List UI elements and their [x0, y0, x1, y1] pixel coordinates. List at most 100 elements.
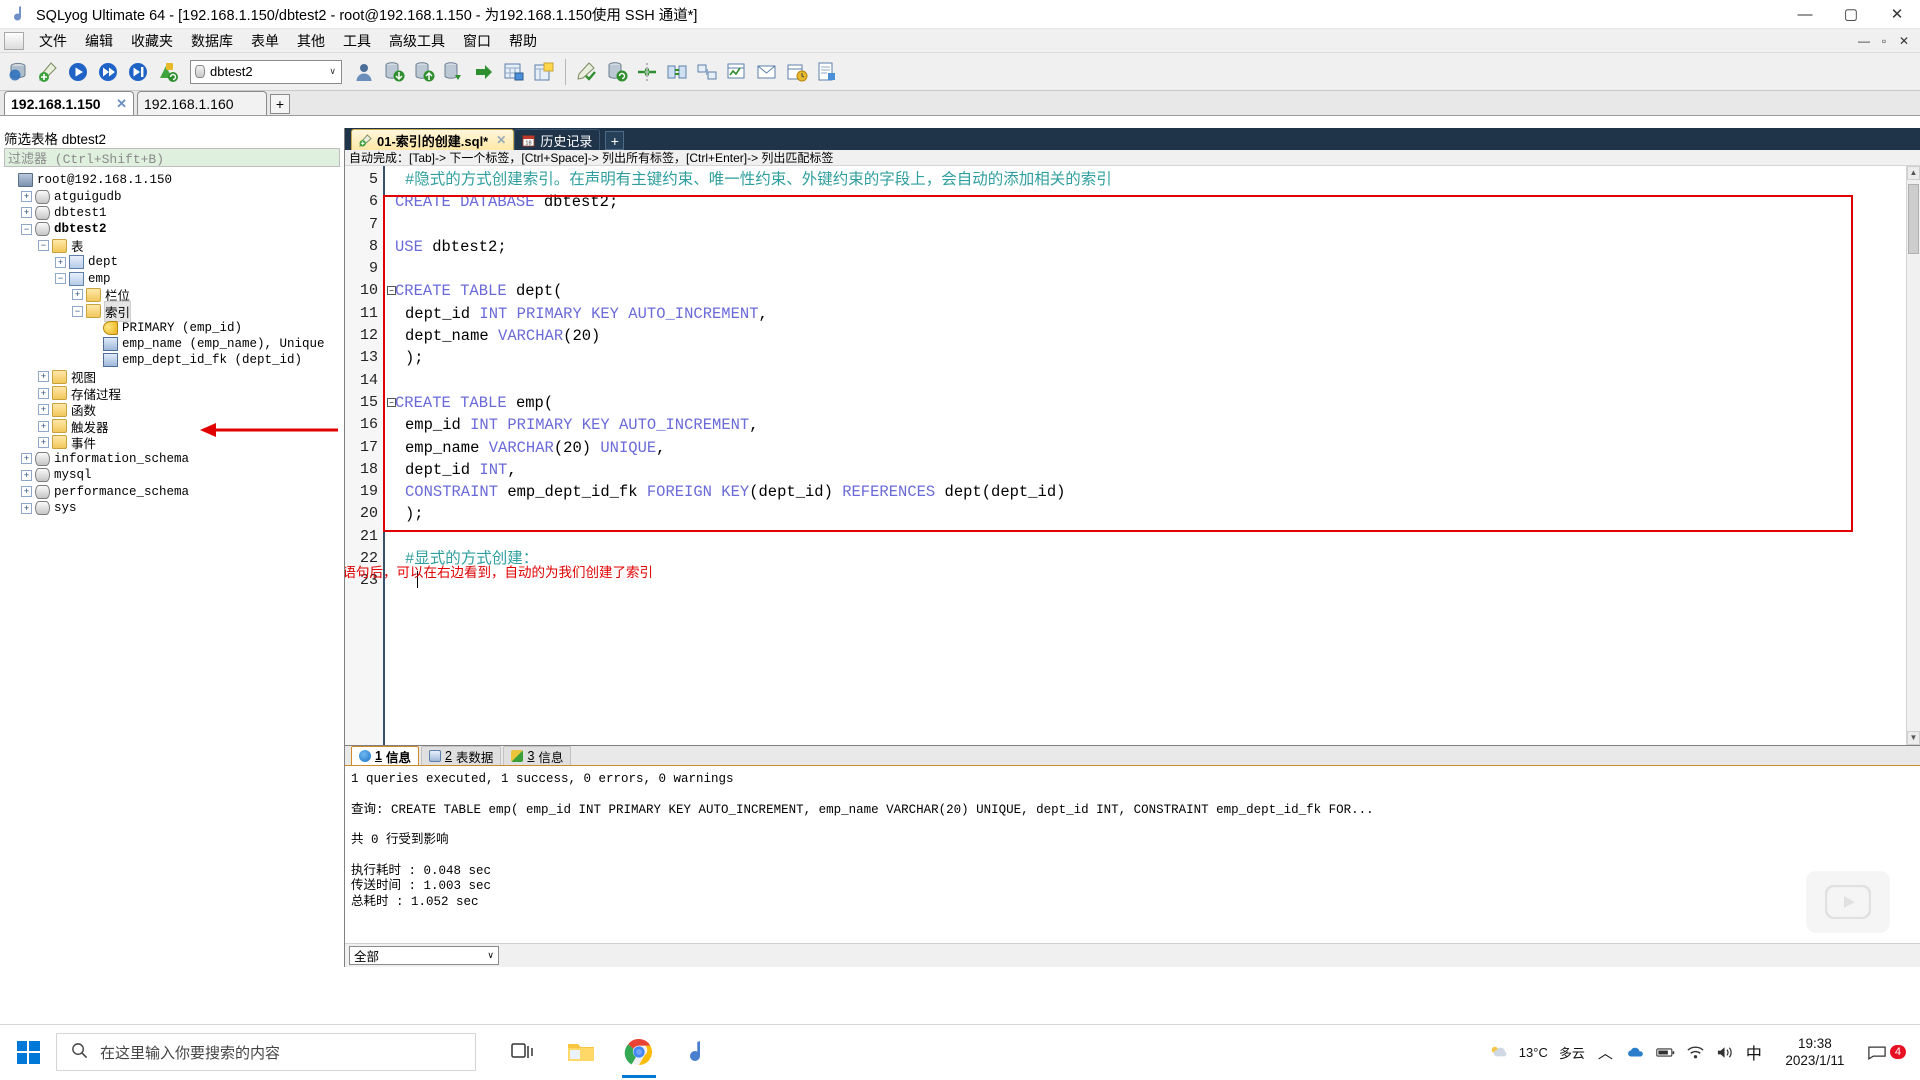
menu-edit[interactable]: 编辑 — [76, 29, 122, 53]
taskbar-clock[interactable]: 19:38 2023/1/11 — [1773, 1035, 1857, 1069]
mdi-close-button[interactable]: ✕ — [1894, 34, 1914, 48]
code-line[interactable]: emp_id INT PRIMARY KEY AUTO_INCREMENT, — [395, 414, 1920, 436]
sqlyog-icon[interactable] — [672, 1026, 722, 1078]
backup-database-icon[interactable] — [440, 58, 468, 86]
code-line[interactable]: ); — [395, 503, 1920, 525]
results-tab-info[interactable]: 3 信息 — [503, 746, 572, 765]
menu-tools[interactable]: 工具 — [334, 29, 380, 53]
tree-node[interactable]: + 存储过程 — [0, 385, 344, 403]
collapse-icon[interactable]: − — [38, 240, 49, 252]
code-line[interactable] — [395, 258, 1920, 280]
maximize-button[interactable]: ▢ — [1828, 0, 1874, 29]
collapse-icon[interactable]: − — [21, 223, 32, 235]
code-line[interactable]: ); — [395, 347, 1920, 369]
file-explorer-icon[interactable] — [556, 1026, 606, 1078]
code-line[interactable]: − CREATE TABLE emp( — [387, 392, 1920, 414]
close-button[interactable]: ✕ — [1874, 0, 1920, 29]
expand-icon[interactable]: + — [21, 469, 32, 481]
scroll-up-icon[interactable]: ▲ — [1907, 166, 1920, 180]
html-report-icon[interactable] — [813, 58, 841, 86]
tree-node[interactable]: + information_schema — [0, 451, 344, 467]
restore-database-icon[interactable] — [470, 58, 498, 86]
add-editor-tab-button[interactable]: + — [605, 131, 625, 150]
volume-icon[interactable] — [1716, 1043, 1735, 1062]
expand-icon[interactable]: + — [21, 486, 32, 498]
tree-node[interactable]: + dept — [0, 254, 344, 270]
results-filter-select[interactable]: 全部 ∨ — [349, 946, 499, 965]
execute-all-queries-icon[interactable] — [94, 58, 122, 86]
code-line[interactable]: dept_name VARCHAR(20) — [395, 325, 1920, 347]
code-line[interactable]: − CREATE TABLE dept( — [387, 280, 1920, 302]
tree-node[interactable]: + 栏位 — [0, 287, 344, 304]
collapse-icon[interactable]: − — [55, 273, 66, 285]
code-line[interactable]: dept_id INT PRIMARY KEY AUTO_INCREMENT, — [395, 303, 1920, 325]
results-tab-messages[interactable]: 1 信息 — [351, 746, 419, 765]
tree-node[interactable]: emp_name (emp_name), Unique — [0, 336, 344, 352]
menu-form[interactable]: 表单 — [242, 29, 288, 53]
menu-window[interactable]: 窗口 — [454, 29, 500, 53]
wifi-icon[interactable] — [1686, 1043, 1705, 1062]
code-line[interactable]: USE dbtest2; — [395, 236, 1920, 258]
menu-help[interactable]: 帮助 — [500, 29, 546, 53]
scheduled-backup-icon[interactable] — [783, 58, 811, 86]
object-browser-filter-input[interactable]: 过滤器 (Ctrl+Shift+B) — [4, 148, 340, 167]
chevron-up-icon[interactable]: ︿ — [1596, 1043, 1615, 1062]
start-button[interactable] — [0, 1025, 56, 1080]
code-fold-toggle[interactable]: − — [387, 286, 396, 296]
expand-icon[interactable]: + — [38, 387, 49, 399]
sql-editor[interactable]: 5 6 7 8 9 10 11 12 13 14 15 16 17 18 19 20 21 22 23 #隐式的方式… — [345, 166, 1920, 745]
onedrive-icon[interactable] — [1626, 1043, 1645, 1062]
tree-node[interactable]: + atguigudb — [0, 188, 344, 204]
import-data-icon[interactable] — [380, 58, 408, 86]
schema-sync-icon[interactable] — [633, 58, 661, 86]
tree-node[interactable]: root@192.168.1.150 — [0, 172, 344, 188]
export-data-icon[interactable] — [410, 58, 438, 86]
expand-icon[interactable]: + — [21, 207, 32, 219]
tree-node[interactable]: + dbtest1 — [0, 205, 344, 221]
connection-tab-150[interactable]: 192.168.1.150 ✕ — [4, 91, 134, 115]
code-line[interactable]: dept_id INT, — [395, 459, 1920, 481]
sql-formatter-icon[interactable] — [573, 58, 601, 86]
code-line[interactable]: #隐式的方式创建索引。在声明有主键约束、唯一性约束、外键约束的字段上，会自动的添… — [395, 169, 1920, 191]
tree-node[interactable]: emp_dept_id_fk (dept_id) — [0, 352, 344, 368]
results-tab-table-data[interactable]: 2 表数据 — [420, 746, 502, 765]
menu-advanced-tools[interactable]: 高级工具 — [380, 29, 454, 53]
chrome-icon[interactable] — [614, 1026, 664, 1078]
refresh-object-browser-icon[interactable] — [154, 58, 182, 86]
code-line[interactable] — [395, 526, 1920, 548]
tree-node[interactable]: + 视图 — [0, 369, 344, 386]
expand-icon[interactable]: + — [38, 420, 49, 432]
battery-icon[interactable] — [1656, 1043, 1675, 1062]
query-builder-icon[interactable] — [693, 58, 721, 86]
editor-tab-history[interactable]: 18 历史记录 — [514, 129, 601, 150]
menu-favorites[interactable]: 收藏夹 — [122, 29, 182, 53]
database-selector[interactable]: dbtest2 ∨ — [190, 59, 342, 84]
expand-icon[interactable]: + — [72, 289, 83, 301]
code-line[interactable] — [395, 214, 1920, 236]
expand-icon[interactable]: + — [21, 191, 32, 203]
expand-icon[interactable]: + — [21, 502, 32, 514]
ime-indicator[interactable]: 中 — [1746, 1040, 1762, 1064]
mdi-restore-button[interactable]: ▫ — [1874, 34, 1894, 48]
expand-icon[interactable]: + — [21, 453, 32, 465]
connection-tab-160[interactable]: 192.168.1.160 — [137, 91, 267, 115]
expand-icon[interactable]: + — [38, 371, 49, 383]
notification-center-icon[interactable] — [1868, 1043, 1887, 1062]
scrollbar-thumb[interactable] — [1908, 184, 1919, 254]
task-view-icon[interactable] — [498, 1026, 548, 1078]
tree-node[interactable]: − emp — [0, 270, 344, 286]
visual-data-compare-icon[interactable] — [723, 58, 751, 86]
mdi-minimize-button[interactable]: — — [1854, 34, 1874, 48]
notification-services-icon[interactable] — [753, 58, 781, 86]
menu-other[interactable]: 其他 — [288, 29, 334, 53]
tree-node[interactable]: − 索引 — [0, 300, 344, 322]
editor-tab-sql-file[interactable]: 01-索引的创建.sql* ✕ — [351, 129, 515, 150]
schema-designer-icon[interactable] — [500, 58, 528, 86]
tree-node[interactable]: − dbtest2 — [0, 221, 344, 237]
new-query-editor-icon[interactable] — [34, 58, 62, 86]
menu-database[interactable]: 数据库 — [182, 29, 242, 53]
expand-icon[interactable]: + — [38, 404, 49, 416]
menu-file[interactable]: 文件 — [30, 29, 76, 53]
editor-vertical-scrollbar[interactable]: ▲ ▼ — [1906, 166, 1920, 745]
database-sync-icon[interactable] — [603, 58, 631, 86]
